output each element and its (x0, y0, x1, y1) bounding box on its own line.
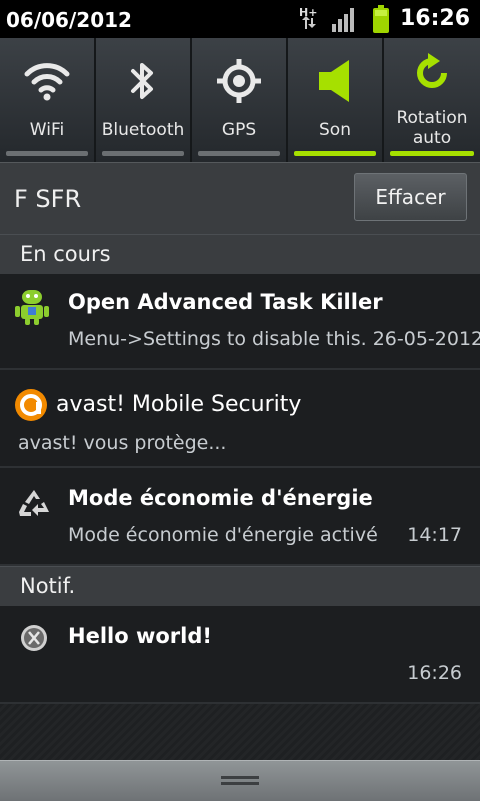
clear-button[interactable]: Effacer (354, 173, 467, 221)
toggle-gps[interactable]: GPS (192, 38, 288, 162)
toggle-indicator (6, 151, 88, 156)
toggle-bluetooth[interactable]: Bluetooth (96, 38, 192, 162)
rotation-icon (417, 53, 447, 88)
toggle-label-line1: Rotation (396, 108, 468, 128)
notification-item[interactable]: avast! Mobile Security avast! vous protè… (0, 370, 480, 468)
toggle-label: Bluetooth (101, 120, 185, 140)
notification-item[interactable]: Hello world! 16:26 (0, 606, 480, 704)
network-h-plus-icon: H+ (299, 6, 317, 29)
toggle-indicator (198, 151, 280, 156)
toggle-label-line2: auto (412, 128, 452, 148)
toggle-label: GPS (221, 120, 257, 140)
status-date: 06/06/2012 (6, 8, 132, 32)
section-header-ongoing: En cours (0, 234, 480, 275)
notification-title: avast! Mobile Security (56, 392, 302, 417)
toggle-indicator (390, 151, 474, 156)
grip-icon (221, 776, 259, 785)
quick-settings-bar: WiFi Bluetooth GPS Son Rotation auto (0, 38, 480, 162)
toggle-label: Rotation auto (384, 108, 480, 148)
svg-text:H+: H+ (299, 6, 317, 19)
notification-item[interactable]: Open Advanced Task Killer Menu->Settings… (0, 274, 480, 370)
speaker-icon (319, 60, 349, 102)
wifi-icon (24, 63, 70, 101)
gps-icon (217, 59, 261, 103)
notification-text: avast! vous protège... (18, 432, 227, 454)
section-header-notif: Notif. (0, 566, 480, 607)
toggle-sound[interactable]: Son (288, 38, 384, 162)
notification-time: 14:17 (407, 524, 462, 546)
status-time: 16:26 (399, 6, 470, 31)
carrier-name: F SFR (14, 185, 82, 213)
toggle-indicator (294, 151, 376, 156)
drag-handle[interactable] (0, 760, 480, 801)
notification-title: Hello world! (68, 624, 212, 648)
carrier-row: F SFR Effacer (0, 162, 480, 235)
bluetooth-icon (131, 63, 153, 99)
signal-bars-icon (332, 8, 354, 32)
notification-text: Mode économie d'énergie activé (68, 524, 378, 546)
section-title: En cours (20, 242, 111, 266)
toggle-label: WiFi (29, 120, 65, 140)
notification-title: Mode économie d'énergie (68, 486, 373, 510)
notification-time: 16:26 (407, 662, 462, 684)
toggle-wifi[interactable]: WiFi (0, 38, 96, 162)
section-title: Notif. (20, 574, 76, 598)
notification-title: Open Advanced Task Killer (68, 290, 383, 314)
android-task-killer-icon (15, 290, 49, 325)
notification-text: Menu->Settings to disable this. 26-05-20… (68, 328, 480, 350)
recycle-icon (19, 490, 49, 516)
empty-area (0, 704, 480, 760)
avast-icon (15, 389, 47, 421)
toggle-label: Son (319, 120, 351, 140)
notification-item[interactable]: Mode économie d'énergie Mode économie d'… (0, 468, 480, 566)
toggle-indicator (102, 151, 184, 156)
status-bar: 06/06/2012 H+ 16:26 (0, 0, 480, 38)
x-placeholder-icon (21, 625, 47, 651)
toggle-rotation[interactable]: Rotation auto (384, 38, 480, 162)
battery-icon (373, 5, 389, 33)
